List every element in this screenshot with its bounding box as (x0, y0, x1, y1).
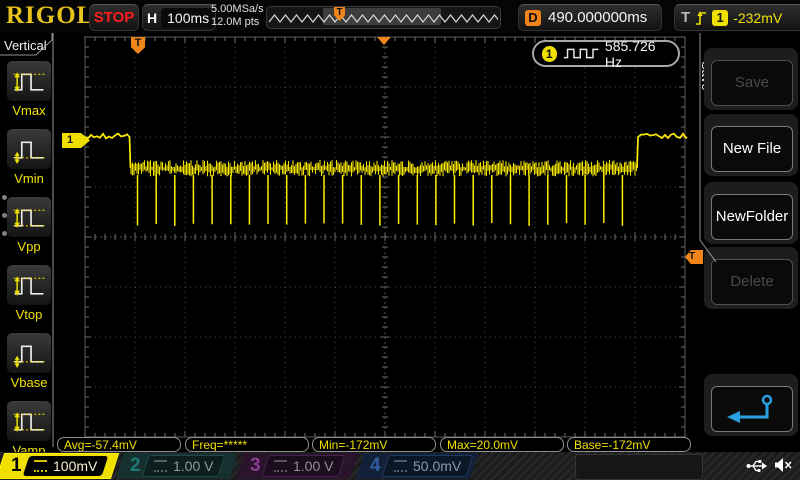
channel1-indicator[interactable]: 1 100mV (0, 453, 120, 479)
channel-scale-box: 100mV (22, 456, 109, 476)
channel-number: 1 (11, 455, 22, 476)
menu-item-vpp[interactable]: Vpp (6, 196, 52, 254)
trigger-slope-icon (696, 10, 707, 25)
h-label: H (147, 9, 158, 26)
menu-item-vmin[interactable]: Vmin (6, 128, 52, 186)
menu-item-vbase[interactable]: Vbase (6, 332, 52, 390)
channel-number: 2 (130, 455, 141, 476)
menu-scroll-dot (2, 195, 7, 200)
acquisition-info: 5.00MSa/s 12.0M pts (211, 3, 264, 29)
counter-source-badge: 1 (542, 45, 557, 62)
horizontal-timebase[interactable]: H 100ms (142, 4, 216, 31)
trigger-source-badge: 1 (712, 9, 729, 26)
measurement-avg: Avg=-57.4mV (57, 437, 181, 452)
right-softkey-menu: Save Save New File NewFolder Delete (697, 33, 800, 452)
channel-number: 3 (250, 455, 261, 476)
channel-scale-box: 50.0mV (381, 455, 474, 477)
menu-item-label: Vmax (12, 103, 46, 118)
run-state-indicator[interactable]: STOP (89, 4, 139, 31)
menu-scroll-dot (2, 213, 7, 218)
channel-scale: 1.00 V (292, 458, 334, 474)
channel-scale: 1.00 V (172, 458, 214, 474)
memory-depth: 12.0M pts (211, 16, 260, 28)
counter-value: 585.726 Hz (604, 37, 656, 70)
sample-rate: 5.00MSa/s (211, 3, 264, 15)
menu-placeholder (575, 454, 703, 480)
trigger-level-marker[interactable]: T (685, 250, 703, 264)
top-status-bar: RIGOL STOP H 100ms 5.00MSa/s 12.0M pts T… (0, 0, 800, 33)
menu-item-label: Vbase (10, 375, 48, 390)
save-button[interactable]: Save (711, 60, 793, 106)
channel-status-bar: 1 100mV 2 1.00 V 3 1.00 V 4 50.0mV (0, 452, 800, 480)
delay-value: 490.000000ms (548, 9, 648, 26)
vamp-icon (6, 400, 52, 442)
menu-item-vmax[interactable]: Vmax (6, 60, 52, 118)
channel2-indicator[interactable]: 2 1.00 V (115, 453, 239, 479)
dc-coupling-icon (33, 460, 47, 472)
left-measure-menu: Vertical Vmax Vmin Vpp Vtop Vbase Vamp (0, 33, 57, 458)
channel1-ground-marker[interactable]: 1 (62, 133, 90, 148)
new-file-button[interactable]: New File (711, 126, 793, 172)
square-wave-icon (563, 48, 598, 59)
dc-coupling-icon (393, 460, 407, 472)
vmax-icon (6, 60, 52, 102)
menu-item-vtop[interactable]: Vtop (6, 264, 52, 322)
dc-coupling-icon (273, 460, 287, 472)
status-icon-group (746, 457, 793, 473)
menu-title: Vertical (4, 38, 47, 53)
oscilloscope-screen: RIGOL STOP H 100ms 5.00MSa/s 12.0M pts T… (0, 0, 800, 480)
horizontal-center-marker (377, 37, 391, 45)
vtop-icon (6, 264, 52, 306)
trigger-level-value: -232mV (733, 9, 783, 26)
measurement-max: Max=20.0mV (440, 437, 564, 452)
menu-item-vamp[interactable]: Vamp (6, 400, 52, 458)
back-button[interactable] (711, 386, 793, 432)
measurement-min: Min=-172mV (312, 437, 436, 452)
memory-waveform-icon (268, 14, 498, 23)
trigger-label: T (681, 9, 691, 26)
vbase-icon (6, 332, 52, 374)
return-arrow-icon (727, 394, 773, 423)
channel-number: 4 (370, 455, 381, 476)
channel4-indicator[interactable]: 4 50.0mV (355, 453, 479, 479)
vmin-icon (6, 128, 52, 170)
trigger-readout[interactable]: T 1 -232mV (674, 4, 800, 31)
menu-item-label: Vpp (17, 239, 41, 254)
vpp-icon (6, 196, 52, 238)
delay-readout[interactable]: D 490.000000ms (518, 4, 662, 31)
graticule-and-waveform (0, 33, 717, 447)
timebase-value: 100ms (161, 7, 216, 28)
measurement-base: Base=-172mV (567, 437, 691, 452)
usb-icon[interactable] (746, 458, 768, 473)
channel-scale: 100mV (52, 458, 97, 474)
rigol-logo: RIGOL (6, 2, 95, 29)
channel-scale-box: 1.00 V (261, 455, 346, 477)
channel-scale-box: 1.00 V (141, 455, 226, 477)
frequency-counter: 1 585.726 Hz (532, 37, 680, 70)
sound-muted-icon[interactable] (774, 457, 793, 473)
channel3-indicator[interactable]: 3 1.00 V (235, 453, 359, 479)
new-folder-button[interactable]: NewFolder (711, 194, 793, 240)
delete-button[interactable]: Delete (711, 259, 793, 305)
waveform-position-bar[interactable]: T (266, 6, 501, 29)
menu-item-label: Vmin (14, 171, 44, 186)
run-state-label: STOP (93, 9, 135, 26)
trigger-position-marker[interactable]: T (131, 37, 145, 54)
dc-coupling-icon (153, 460, 167, 472)
channel-scale: 50.0mV (412, 458, 461, 474)
menu-item-label: Vtop (15, 307, 43, 322)
delay-badge: D (525, 9, 541, 26)
measurement-freq: Freq=***** (185, 437, 309, 452)
menu-scroll-dot (2, 231, 7, 236)
